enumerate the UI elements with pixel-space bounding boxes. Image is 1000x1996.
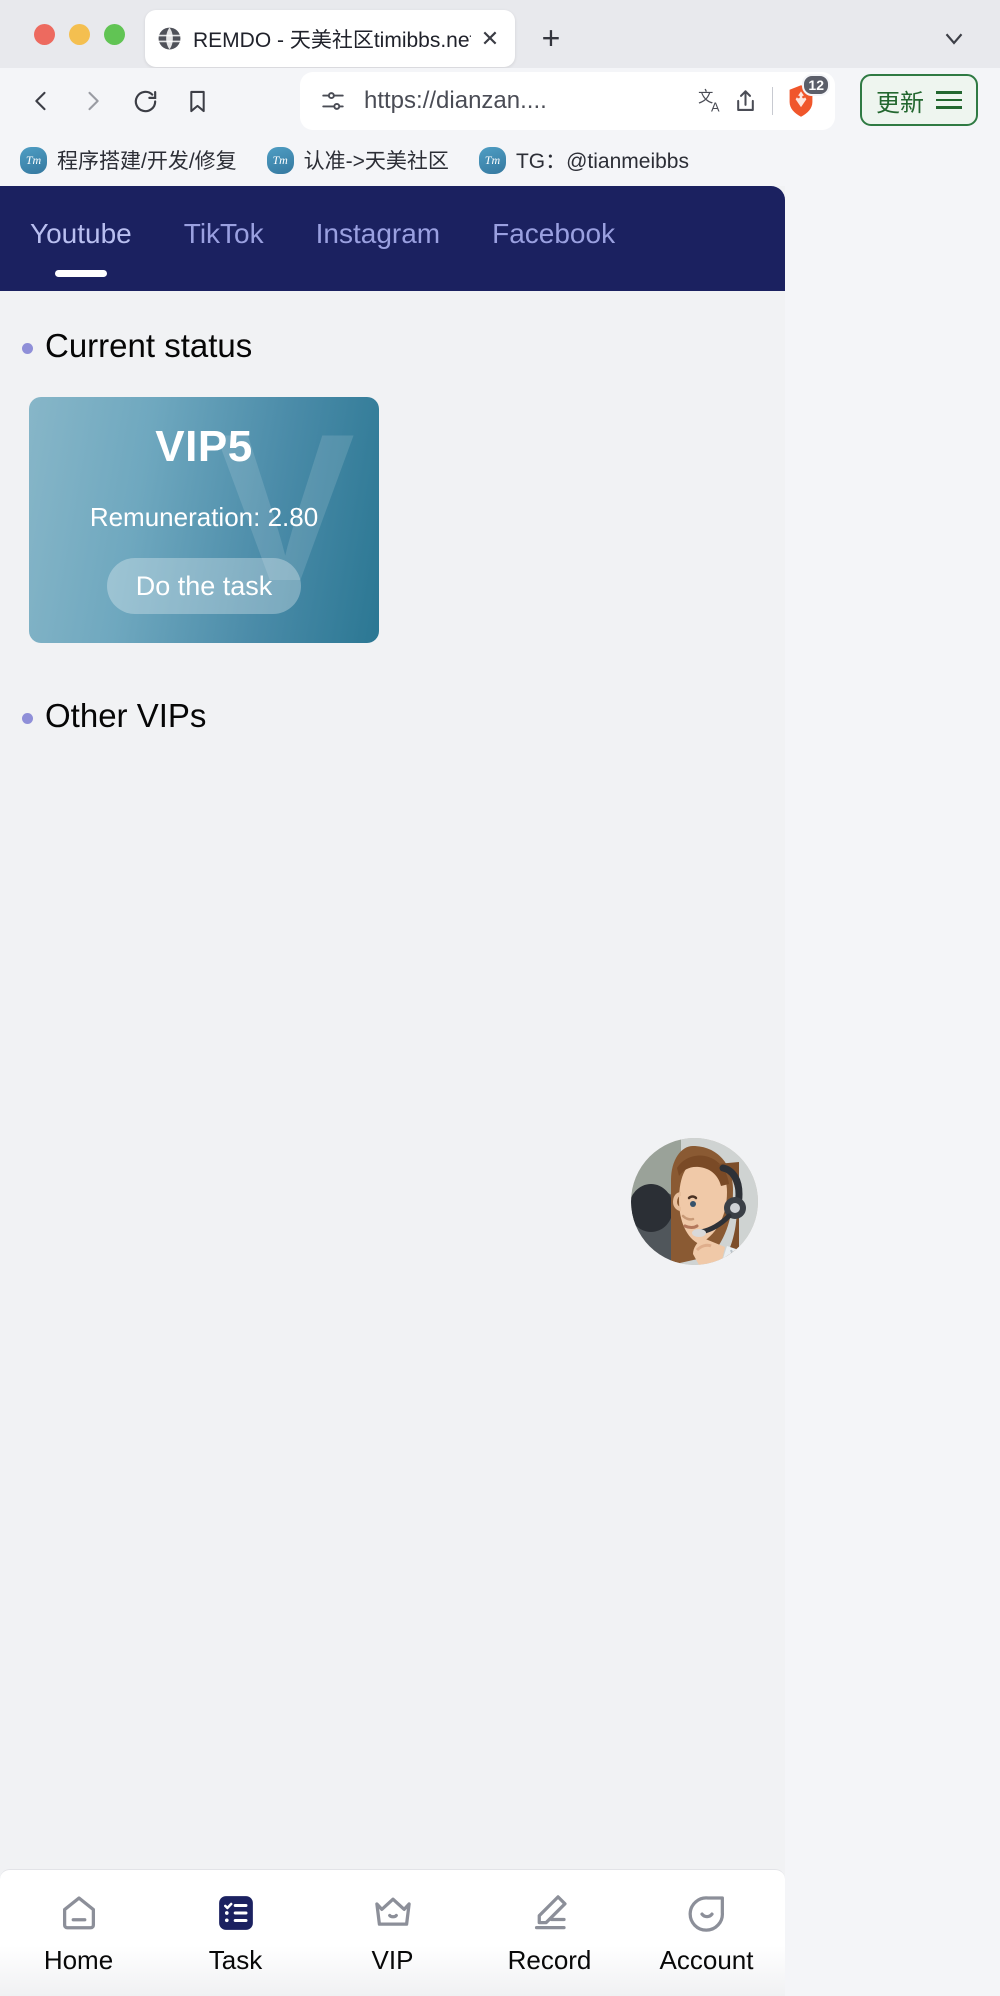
browser-titlebar: REMDO - 天美社区timibbs.net ✕ + xyxy=(0,0,1000,68)
bottom-nav-home-label: Home xyxy=(43,1945,114,1975)
bookmark-label: TG：@tianmeibbs xyxy=(515,150,689,173)
window-controls xyxy=(34,23,125,45)
forward-arrow-icon[interactable] xyxy=(76,84,110,118)
bottom-nav-record-label: Record xyxy=(507,1945,592,1975)
plus-icon[interactable]: + xyxy=(533,20,569,56)
do-the-task-button[interactable]: Do the task xyxy=(107,558,301,614)
tm-icon: Tm xyxy=(266,146,294,174)
tab-tiktok-label: TikTok xyxy=(183,218,264,249)
page-right-gutter xyxy=(785,186,1000,1996)
browser-window: REMDO - 天美社区timibbs.net ✕ + https://dian… xyxy=(0,0,1000,1996)
tab-instagram-label: Instagram xyxy=(315,218,441,249)
bookmark-item[interactable]: Tm TG：@tianmeibbs xyxy=(478,145,689,175)
customer-support-avatar[interactable] xyxy=(631,1138,758,1265)
svg-text:A: A xyxy=(711,100,720,115)
translate-icon[interactable]: 文 A xyxy=(694,84,728,118)
update-label: 更新 xyxy=(876,89,924,117)
bottom-nav-account-label: Account xyxy=(659,1945,754,1975)
tab-facebook-label: Facebook xyxy=(492,218,616,249)
bullet-icon xyxy=(22,712,33,724)
tab-youtube[interactable]: Youtube xyxy=(30,220,132,248)
vip-status-card: V VIP5 Remuneration: 2.80 Do the task xyxy=(29,397,379,643)
tab-facebook[interactable]: Facebook xyxy=(492,220,615,248)
hamburger-menu-icon[interactable] xyxy=(936,91,962,109)
page-content: Current status V VIP5 Remuneration: 2.80… xyxy=(0,291,785,735)
bookmark-label: 程序搭建/开发/修复 xyxy=(57,150,237,173)
chevron-down-icon[interactable] xyxy=(938,22,970,54)
site-platform-tabs: Youtube TikTok Instagram Facebook xyxy=(0,186,785,291)
minimize-window-button[interactable] xyxy=(69,23,90,45)
bullet-icon xyxy=(22,342,33,354)
bookmark-item[interactable]: Tm 程序搭建/开发/修复 xyxy=(20,145,237,175)
toolbar-divider xyxy=(772,87,773,115)
browser-tab-title: REMDO - 天美社区timibbs.net xyxy=(193,28,471,52)
bottom-nav-record[interactable]: Record xyxy=(471,1890,628,1976)
tab-instagram[interactable]: Instagram xyxy=(316,220,441,248)
address-bar[interactable]: https://dianzan.... 文 A 12 xyxy=(300,72,835,130)
bottom-nav-home[interactable]: Home xyxy=(0,1890,157,1976)
vip-level-label: VIP5 xyxy=(155,422,253,471)
current-status-heading: Current status xyxy=(0,291,785,365)
reload-icon[interactable] xyxy=(128,84,162,118)
bookmark-item[interactable]: Tm 认准->天美社区 xyxy=(266,145,449,175)
bookmark-icon[interactable] xyxy=(180,84,214,118)
browser-tab[interactable]: REMDO - 天美社区timibbs.net ✕ xyxy=(145,10,515,67)
browser-toolbar: https://dianzan.... 文 A 12 更新 xyxy=(0,68,1000,134)
other-vips-heading: Other VIPs xyxy=(0,643,785,735)
bottom-nav-task-label: Task xyxy=(208,1945,263,1975)
home-icon xyxy=(56,1890,102,1936)
vip-remuneration-label: Remuneration: 2.80 xyxy=(89,502,319,532)
shield-count-badge: 12 xyxy=(802,74,830,96)
pencil-edit-icon xyxy=(527,1890,573,1936)
bottom-nav-vip[interactable]: VIP xyxy=(314,1890,471,1976)
crown-icon xyxy=(370,1890,416,1936)
page-viewport: Youtube TikTok Instagram Facebook Curren… xyxy=(0,186,785,1996)
bookmark-label: 认准->天美社区 xyxy=(303,150,449,173)
close-icon[interactable]: ✕ xyxy=(477,26,503,52)
bottom-nav-account[interactable]: Account xyxy=(628,1890,785,1976)
globe-icon xyxy=(157,26,182,51)
bottom-nav-task[interactable]: Task xyxy=(157,1890,314,1976)
update-button[interactable]: 更新 xyxy=(860,74,978,126)
tm-icon: Tm xyxy=(20,146,47,174)
account-smiley-icon xyxy=(684,1890,730,1936)
share-icon[interactable] xyxy=(728,84,762,118)
current-status-title: Current status xyxy=(45,327,253,364)
bottom-tab-bar: Home Task VIP Record Account xyxy=(0,1869,785,1996)
tab-youtube-label: Youtube xyxy=(30,218,132,249)
bottom-nav-vip-label: VIP xyxy=(371,1945,414,1975)
url-text[interactable]: https://dianzan.... xyxy=(364,87,694,115)
close-window-button[interactable] xyxy=(34,23,55,45)
maximize-window-button[interactable] xyxy=(104,23,125,45)
site-settings-icon[interactable] xyxy=(316,84,350,118)
brave-shield-lion-icon[interactable]: 12 xyxy=(783,74,830,119)
do-the-task-label: Do the task xyxy=(135,570,273,601)
task-list-icon xyxy=(213,1890,259,1936)
tab-tiktok[interactable]: TikTok xyxy=(184,220,264,248)
bookmarks-bar: Tm 程序搭建/开发/修复 Tm 认准->天美社区 Tm TG：@tianmei… xyxy=(0,134,1000,186)
other-vips-title: Other VIPs xyxy=(45,697,207,734)
tm-icon: Tm xyxy=(478,146,506,174)
back-arrow-icon[interactable] xyxy=(24,84,58,118)
